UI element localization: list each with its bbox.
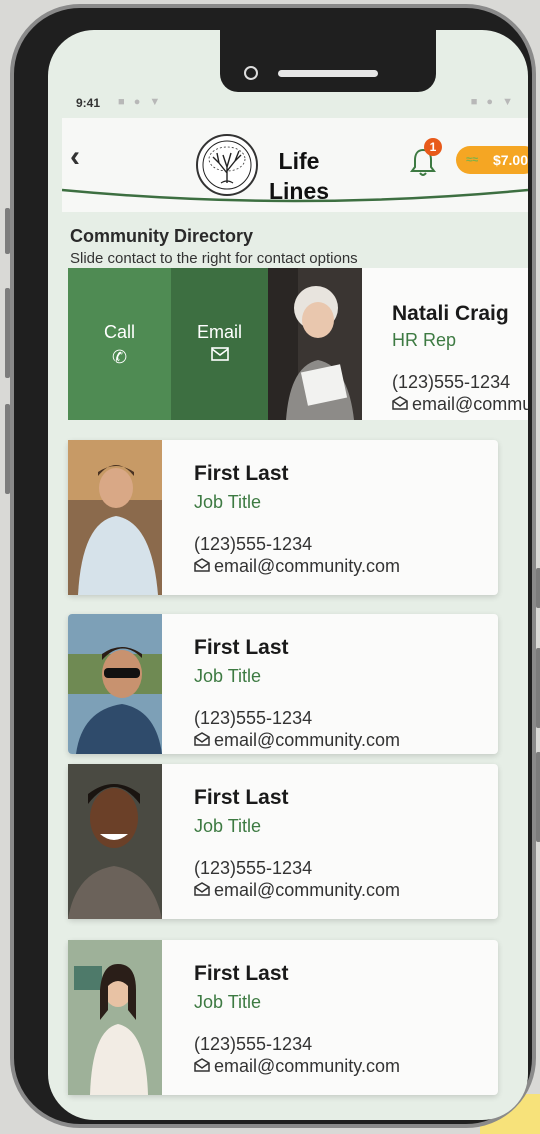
contact-card[interactable]: First Last Job Title (123)555-1234 email… [68, 764, 498, 919]
contact-email-row[interactable]: email@community.com [194, 730, 400, 751]
phone-frame: 9:41 ■ ● ▼ ■ ● ▼ ‹ Life Lines 1 ≈≈ $7.00… [5, 4, 540, 1128]
balance-amount: $7.00 [492, 152, 528, 168]
contact-photo [68, 764, 162, 919]
side-button-right-lower [536, 752, 540, 842]
contact-email-row[interactable]: email@community.com [194, 556, 400, 577]
contact-card[interactable]: First Last Job Title (123)555-1234 email… [68, 614, 498, 754]
contact-email-row[interactable]: email@community.com [194, 880, 400, 901]
envelope-icon [210, 347, 229, 361]
speaker [278, 70, 378, 77]
contact-name: First Last [194, 636, 289, 659]
volume-up-button [5, 288, 10, 378]
contact-job-title: Job Title [194, 816, 262, 836]
contact-name: First Last [194, 462, 289, 485]
contact-phone[interactable]: (123)555-1234 [194, 708, 312, 729]
contact-phone[interactable]: (123)555-1234 [194, 1034, 312, 1055]
balance-pill[interactable]: ≈≈ $7.00 [456, 146, 528, 174]
section-subtitle: Slide contact to the right for contact o… [70, 250, 358, 267]
cash-icon: ≈≈ [466, 154, 479, 166]
contact-photo [68, 440, 162, 595]
contact-email: email@community.com [214, 880, 400, 900]
contact-email-row[interactable]: email@community.com [194, 1056, 400, 1077]
contact-job-title: Job Title [194, 992, 262, 1012]
contact-photo [268, 268, 362, 420]
swiped-contact-info: Natali Craig HR Rep (123)555-1234 email@… [362, 268, 528, 420]
mail-icon [194, 882, 210, 896]
contact-photo [68, 614, 162, 754]
chevron-left-icon[interactable]: ‹ [70, 140, 80, 174]
call-button[interactable]: Call ✆ [68, 268, 171, 420]
side-button [5, 208, 10, 254]
contact-phone[interactable]: (123)555-1234 [392, 372, 510, 393]
notch [220, 30, 436, 92]
volume-down-button [5, 404, 10, 494]
side-button-right [536, 648, 540, 728]
call-label: Call [103, 322, 135, 342]
contact-email: email@community.com [214, 556, 400, 576]
camera-icon [244, 66, 258, 80]
swiped-contact-card[interactable]: Call ✆ Email Natali Craig HR Rep (123)55… [68, 268, 528, 420]
status-icons-right: ■ ● ▼ [470, 96, 516, 108]
contact-email: email@community.com [412, 394, 528, 414]
mail-icon [194, 558, 210, 572]
contact-job-title: Job Title [194, 666, 262, 686]
life-lines-logo [196, 134, 258, 196]
contact-card[interactable]: First Last Job Title (123)555-1234 email… [68, 440, 498, 595]
app-header: ‹ Life Lines 1 ≈≈ $7.00 [62, 118, 528, 212]
contact-name: First Last [194, 786, 289, 809]
contact-name: First Last [194, 962, 289, 985]
tree-icon [202, 140, 252, 190]
contact-card[interactable]: First Last Job Title (123)555-1234 email… [68, 940, 498, 1095]
email-button[interactable]: Email [171, 268, 268, 420]
contact-job-title: Job Title [194, 492, 262, 512]
phone-icon: ✆ [111, 347, 128, 367]
phone-screen: 9:41 ■ ● ▼ ■ ● ▼ ‹ Life Lines 1 ≈≈ $7.00… [48, 30, 528, 1120]
status-bar: 9:41 ■ ● ▼ ■ ● ▼ [76, 92, 516, 114]
status-icons-left: ■ ● ▼ [118, 96, 164, 108]
contact-phone[interactable]: (123)555-1234 [194, 858, 312, 879]
contact-email: email@community.com [214, 1056, 400, 1076]
mail-icon [194, 732, 210, 746]
power-button [536, 568, 540, 608]
contact-name: Natali Craig [392, 302, 509, 325]
contact-photo [68, 940, 162, 1095]
mail-icon [392, 396, 408, 410]
contact-job-title: HR Rep [392, 330, 457, 350]
email-label: Email [196, 322, 242, 342]
section-title: Community Directory [70, 226, 254, 246]
mail-icon [194, 1058, 210, 1072]
contact-email-row[interactable]: email@community.com [392, 394, 528, 415]
contact-email: email@community.com [214, 730, 400, 750]
contact-phone[interactable]: (123)555-1234 [194, 534, 312, 555]
status-time: 9:41 [76, 96, 101, 110]
app-title: Life Lines [268, 148, 330, 204]
notification-badge: 1 [424, 138, 442, 156]
